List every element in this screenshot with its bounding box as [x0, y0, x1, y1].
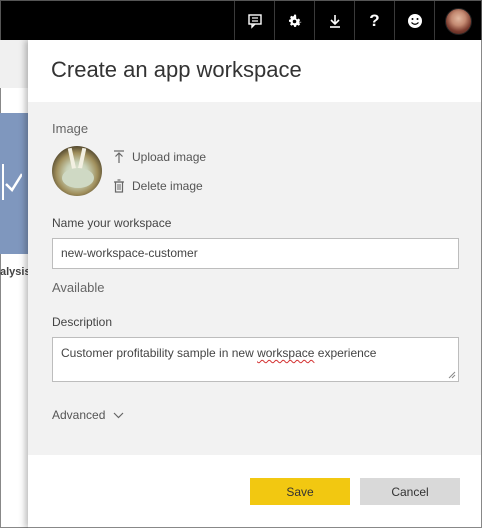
feedback-smile-button[interactable]: [394, 1, 434, 41]
description-label: Description: [52, 315, 113, 329]
top-bar: ?: [0, 0, 482, 41]
resize-grip-icon[interactable]: [448, 371, 456, 379]
trash-icon: [112, 179, 126, 193]
upload-image-label: Upload image: [132, 150, 207, 164]
workspace-name-label: Name your workspace: [52, 216, 172, 230]
availability-status: Available: [52, 280, 105, 295]
feedback-icon: [247, 14, 262, 29]
description-textarea[interactable]: Customer profitability sample in new wor…: [52, 337, 459, 382]
upload-image-button[interactable]: Upload image: [112, 150, 206, 164]
download-button[interactable]: [314, 1, 354, 41]
delete-image-button[interactable]: Delete image: [112, 179, 203, 193]
workspace-name-input[interactable]: new-workspace-customer: [52, 238, 459, 269]
background-tile-label: alysis: [0, 266, 28, 278]
spellcheck-word: workspace: [257, 346, 315, 360]
advanced-toggle[interactable]: Advanced: [52, 408, 124, 422]
avatar: [445, 7, 472, 35]
description-text-end: experience: [314, 346, 377, 360]
save-button[interactable]: Save: [250, 478, 350, 505]
help-icon: ?: [369, 11, 380, 30]
chevron-down-icon: [113, 412, 124, 418]
advanced-label: Advanced: [52, 408, 106, 422]
checkmark-icon: [2, 164, 22, 200]
account-button[interactable]: [434, 1, 482, 41]
cancel-button[interactable]: Cancel: [360, 478, 460, 505]
workspace-image: [52, 146, 102, 196]
download-icon: [329, 15, 340, 28]
image-section-label: Image: [52, 121, 89, 136]
smiley-icon: [407, 14, 422, 28]
delete-image-label: Delete image: [132, 179, 203, 193]
create-workspace-panel: Create an app workspace Image Upload ima…: [28, 40, 482, 528]
background-header-strip: [0, 40, 28, 88]
help-button[interactable]: ?: [354, 1, 394, 41]
settings-button[interactable]: [274, 1, 314, 41]
description-text-start: Customer profitability sample in new: [61, 346, 258, 360]
gear-icon: [288, 14, 302, 27]
feedback-button[interactable]: [234, 1, 274, 41]
upload-icon: [112, 150, 126, 164]
panel-title: Create an app workspace: [51, 57, 302, 82]
